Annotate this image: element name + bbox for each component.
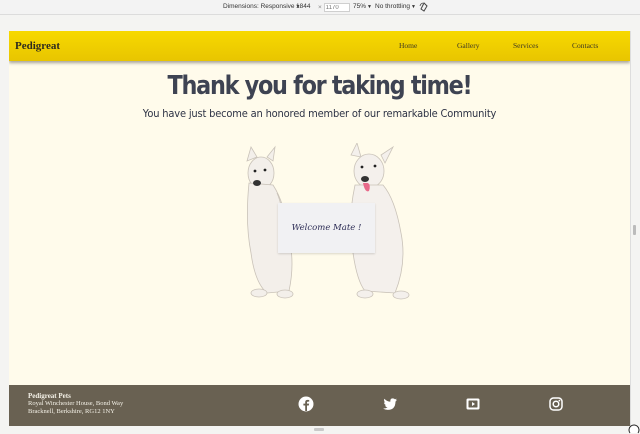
footer-address-line: Bracknell, Berkshire, RG12 1NY bbox=[28, 408, 115, 415]
height-field[interactable] bbox=[323, 3, 350, 12]
dimensions-label: Dimensions: Responsive bbox=[223, 3, 295, 10]
page-subtitle: You have just become an honored member o… bbox=[142, 107, 497, 120]
caret-down-icon: ▼ bbox=[367, 4, 372, 10]
brand-logo[interactable]: Pedigreat bbox=[15, 40, 60, 52]
page-title: Thank you for taking time! bbox=[167, 71, 473, 101]
twitter-icon[interactable] bbox=[382, 396, 398, 412]
times-icon: × bbox=[318, 3, 322, 11]
youtube-icon[interactable] bbox=[465, 396, 481, 412]
footer-company-name: Pedigreat Pets bbox=[28, 392, 71, 400]
nav-link-gallery[interactable]: Gallery bbox=[457, 41, 480, 50]
device-viewport: Pedigreat Home Gallery Services Contacts… bbox=[9, 31, 631, 426]
zoom-dropdown[interactable]: 75%▼ bbox=[353, 3, 372, 10]
throttling-label: No throttling bbox=[375, 3, 411, 10]
welcome-sign-text: Welcome Mate ! bbox=[291, 223, 362, 233]
footer: Pedigreat Pets Royal Winchester House, B… bbox=[9, 385, 630, 426]
nav-link-contacts[interactable]: Contacts bbox=[572, 41, 598, 50]
throttling-dropdown[interactable]: No throttling▼ bbox=[375, 3, 416, 10]
nav-link-home[interactable]: Home bbox=[399, 41, 417, 50]
viewport-bottom-handle[interactable] bbox=[314, 428, 324, 431]
devtools-resize-handle[interactable] bbox=[633, 225, 636, 235]
caret-down-icon: ▼ bbox=[411, 4, 416, 10]
welcome-dogs-image: Welcome Mate ! bbox=[241, 141, 411, 301]
devtools-toolbar: Dimensions: Responsive▼ 1844 × 75%▼ No t… bbox=[0, 0, 640, 15]
instagram-icon[interactable] bbox=[548, 396, 564, 412]
navbar: Pedigreat Home Gallery Services Contacts bbox=[9, 31, 630, 61]
width-field[interactable]: 1844 bbox=[296, 3, 310, 10]
welcome-sign: Welcome Mate ! bbox=[278, 203, 375, 253]
footer-address-line: Royal Winchester House, Bond Way bbox=[28, 400, 124, 407]
footer-address: Pedigreat Pets Royal Winchester House, B… bbox=[28, 392, 123, 416]
cursor-icon bbox=[628, 424, 640, 434]
rotate-icon[interactable] bbox=[419, 2, 429, 12]
dimensions-dropdown[interactable]: Dimensions: Responsive▼ bbox=[223, 3, 301, 10]
nav-link-services[interactable]: Services bbox=[513, 41, 538, 50]
zoom-label: 75% bbox=[353, 3, 367, 10]
facebook-icon[interactable] bbox=[298, 396, 314, 412]
